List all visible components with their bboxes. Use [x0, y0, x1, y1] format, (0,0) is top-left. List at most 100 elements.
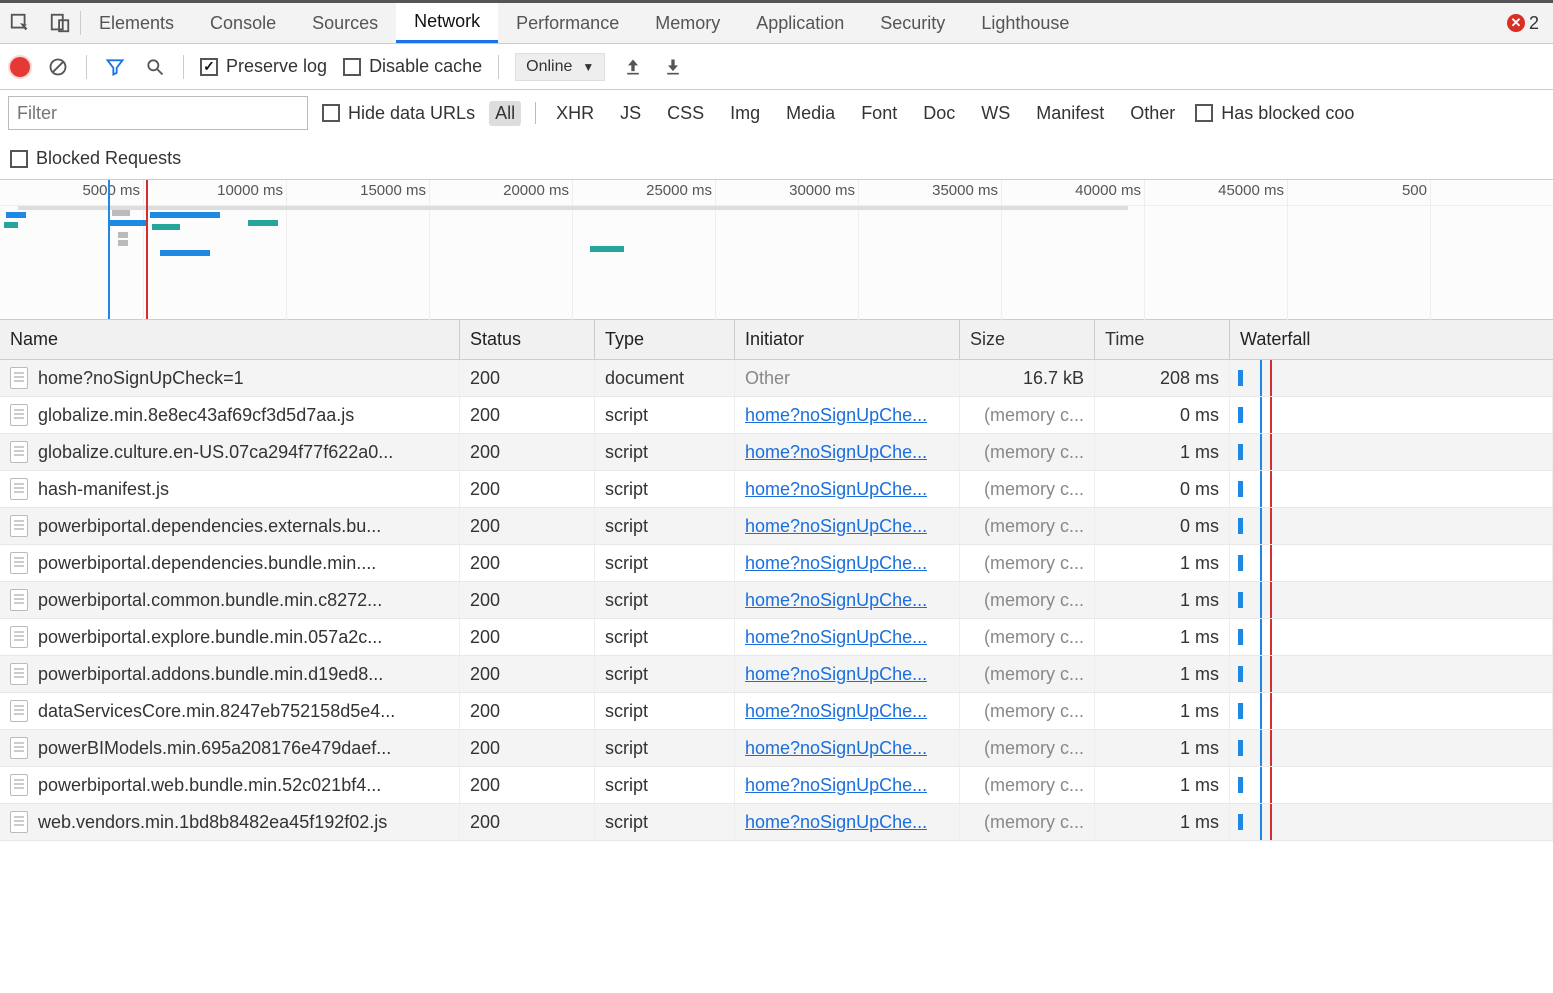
table-row[interactable]: powerbiportal.dependencies.bundle.min...…	[0, 545, 1553, 582]
filter-icon[interactable]	[103, 55, 127, 79]
request-time: 1 ms	[1095, 767, 1230, 803]
filter-type-ws[interactable]: WS	[975, 101, 1016, 126]
tab-lighthouse[interactable]: Lighthouse	[963, 3, 1087, 43]
tab-network[interactable]: Network	[396, 3, 498, 43]
col-waterfall[interactable]: Waterfall	[1230, 320, 1553, 359]
request-initiator[interactable]: home?noSignUpChe...	[735, 693, 960, 729]
disable-cache-checkbox[interactable]: Disable cache	[343, 56, 482, 77]
filter-type-js[interactable]: JS	[614, 101, 647, 126]
error-count-badge[interactable]: ✕ 2	[1507, 13, 1539, 34]
request-initiator[interactable]: home?noSignUpChe...	[735, 582, 960, 618]
table-row[interactable]: globalize.culture.en-US.07ca294f77f622a0…	[0, 434, 1553, 471]
table-row[interactable]: powerbiportal.web.bundle.min.52c021bf4..…	[0, 767, 1553, 804]
request-time: 0 ms	[1095, 397, 1230, 433]
preserve-log-checkbox[interactable]: Preserve log	[200, 56, 327, 77]
request-initiator[interactable]: home?noSignUpChe...	[735, 397, 960, 433]
request-initiator[interactable]: home?noSignUpChe...	[735, 656, 960, 692]
col-status[interactable]: Status	[460, 320, 595, 359]
tab-performance[interactable]: Performance	[498, 3, 637, 43]
network-filter-bar: Hide data URLs All XHR JS CSS Img Media Font Do…	[0, 90, 1553, 180]
hide-data-urls-checkbox[interactable]: Hide data URLs	[322, 103, 475, 124]
request-initiator[interactable]: home?noSignUpChe...	[735, 767, 960, 803]
upload-icon[interactable]	[621, 55, 645, 79]
has-blocked-label: Has blocked coo	[1221, 103, 1354, 124]
request-waterfall	[1230, 730, 1553, 766]
filter-type-font[interactable]: Font	[855, 101, 903, 126]
request-status: 200	[460, 397, 595, 433]
tab-security[interactable]: Security	[862, 3, 963, 43]
filter-type-other[interactable]: Other	[1124, 101, 1181, 126]
throttle-select[interactable]: Online ▼	[515, 53, 605, 81]
filter-type-xhr[interactable]: XHR	[550, 101, 600, 126]
checkbox-icon	[1195, 104, 1213, 122]
request-initiator[interactable]: home?noSignUpChe...	[735, 545, 960, 581]
network-toolbar: Preserve log Disable cache Online ▼	[0, 44, 1553, 90]
col-size[interactable]: Size	[960, 320, 1095, 359]
table-row[interactable]: powerbiportal.addons.bundle.min.d19ed8..…	[0, 656, 1553, 693]
request-size: (memory c...	[960, 471, 1095, 507]
request-initiator[interactable]: home?noSignUpChe...	[735, 730, 960, 766]
document-icon	[10, 404, 28, 426]
tab-elements[interactable]: Elements	[81, 3, 192, 43]
timeline-overview[interactable]: 5000 ms10000 ms15000 ms20000 ms25000 ms3…	[0, 180, 1553, 320]
request-waterfall	[1230, 397, 1553, 433]
request-initiator[interactable]: home?noSignUpChe...	[735, 508, 960, 544]
record-button[interactable]	[10, 57, 30, 77]
document-icon	[10, 441, 28, 463]
table-row[interactable]: powerbiportal.common.bundle.min.c8272...…	[0, 582, 1553, 619]
blocked-requests-checkbox[interactable]: Blocked Requests	[10, 148, 1545, 169]
col-time[interactable]: Time	[1095, 320, 1230, 359]
filter-type-img[interactable]: Img	[724, 101, 766, 126]
filter-type-doc[interactable]: Doc	[917, 101, 961, 126]
request-size: (memory c...	[960, 582, 1095, 618]
throttle-value: Online	[526, 58, 572, 76]
request-time: 0 ms	[1095, 471, 1230, 507]
request-waterfall	[1230, 434, 1553, 470]
request-status: 200	[460, 434, 595, 470]
tab-memory[interactable]: Memory	[637, 3, 738, 43]
request-initiator[interactable]: home?noSignUpChe...	[735, 804, 960, 840]
request-waterfall	[1230, 767, 1553, 803]
separator	[535, 102, 536, 124]
table-row[interactable]: web.vendors.min.1bd8b8482ea45f192f02.js2…	[0, 804, 1553, 841]
document-icon	[10, 700, 28, 722]
request-waterfall	[1230, 656, 1553, 692]
request-size: (memory c...	[960, 508, 1095, 544]
col-initiator[interactable]: Initiator	[735, 320, 960, 359]
request-table-header: Name Status Type Initiator Size Time Wat…	[0, 320, 1553, 360]
filter-type-all[interactable]: All	[489, 101, 521, 126]
request-size: (memory c...	[960, 693, 1095, 729]
device-toggle-icon[interactable]	[40, 12, 80, 34]
filter-input[interactable]	[8, 96, 308, 130]
filter-type-media[interactable]: Media	[780, 101, 841, 126]
col-type[interactable]: Type	[595, 320, 735, 359]
search-icon[interactable]	[143, 55, 167, 79]
request-initiator[interactable]: home?noSignUpChe...	[735, 471, 960, 507]
table-row[interactable]: powerBIModels.min.695a208176e479daef...2…	[0, 730, 1553, 767]
tab-sources[interactable]: Sources	[294, 3, 396, 43]
request-name: globalize.culture.en-US.07ca294f77f622a0…	[38, 442, 393, 463]
download-icon[interactable]	[661, 55, 685, 79]
separator	[498, 55, 499, 79]
table-row[interactable]: dataServicesCore.min.8247eb752158d5e4...…	[0, 693, 1553, 730]
tab-console[interactable]: Console	[192, 3, 294, 43]
clear-icon[interactable]	[46, 55, 70, 79]
table-row[interactable]: globalize.min.8e8ec43af69cf3d5d7aa.js200…	[0, 397, 1553, 434]
request-name: web.vendors.min.1bd8b8482ea45f192f02.js	[38, 812, 387, 833]
table-row[interactable]: hash-manifest.js200scripthome?noSignUpCh…	[0, 471, 1553, 508]
table-row[interactable]: powerbiportal.explore.bundle.min.057a2c.…	[0, 619, 1553, 656]
error-icon: ✕	[1507, 14, 1525, 32]
col-name[interactable]: Name	[0, 320, 460, 359]
has-blocked-cookies-checkbox[interactable]: Has blocked coo	[1195, 103, 1354, 124]
inspect-icon[interactable]	[0, 12, 40, 34]
table-row[interactable]: powerbiportal.dependencies.externals.bu.…	[0, 508, 1553, 545]
request-initiator[interactable]: home?noSignUpChe...	[735, 619, 960, 655]
filter-type-manifest[interactable]: Manifest	[1030, 101, 1110, 126]
request-waterfall	[1230, 360, 1553, 396]
request-size: 16.7 kB	[960, 360, 1095, 396]
request-initiator[interactable]: home?noSignUpChe...	[735, 434, 960, 470]
tab-application[interactable]: Application	[738, 3, 862, 43]
request-status: 200	[460, 767, 595, 803]
filter-type-css[interactable]: CSS	[661, 101, 710, 126]
table-row[interactable]: home?noSignUpCheck=1200documentOther16.7…	[0, 360, 1553, 397]
